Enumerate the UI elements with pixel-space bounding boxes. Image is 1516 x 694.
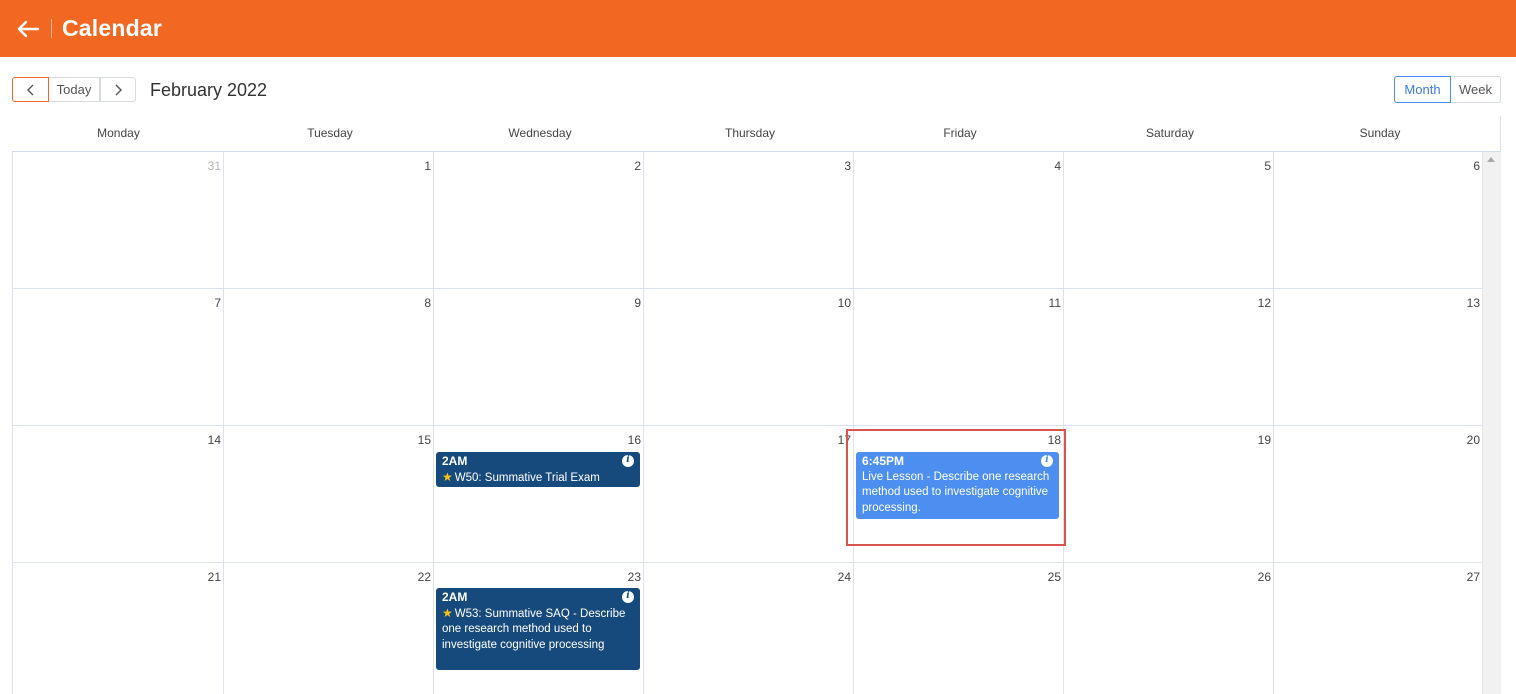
day-cell[interactable]: 13 xyxy=(1274,289,1483,426)
day-number: 8 xyxy=(424,296,431,310)
vertical-scrollbar[interactable] xyxy=(1482,152,1501,694)
previous-month-button[interactable] xyxy=(12,77,49,102)
day-number: 13 xyxy=(1466,296,1480,310)
scroll-up-arrow-icon[interactable] xyxy=(1487,157,1495,162)
day-cell[interactable]: 2 xyxy=(434,152,644,289)
day-number: 27 xyxy=(1466,570,1480,584)
weekday-monday: Monday xyxy=(97,126,140,140)
event-title: W50: Summative Trial Exam xyxy=(454,471,600,484)
day-number: 18 xyxy=(1047,433,1061,447)
day-cell[interactable]: 26 xyxy=(1064,563,1274,694)
day-number: 1 xyxy=(424,159,431,173)
chevron-left-icon xyxy=(26,84,33,95)
calendar-month-view: Monday Tuesday Wednesday Thursday Friday… xyxy=(12,116,1501,694)
day-cell[interactable]: 3 xyxy=(644,152,854,289)
day-cell[interactable]: 12 xyxy=(1064,289,1274,426)
day-cell[interactable]: 4 xyxy=(854,152,1064,289)
event-title: Live Lesson - Describe one research meth… xyxy=(862,470,1050,514)
day-cell[interactable]: 10 xyxy=(644,289,854,426)
day-cell[interactable]: 21 xyxy=(13,563,224,694)
week-view-button[interactable]: Week xyxy=(1451,76,1501,103)
day-cell[interactable]: 7 xyxy=(13,289,224,426)
event-title-row: ★ W53: Summative SAQ - Describe one resea… xyxy=(442,606,634,654)
day-cell[interactable]: 22 xyxy=(224,563,434,694)
next-month-button[interactable] xyxy=(100,77,136,102)
date-navigation: Today xyxy=(12,77,136,102)
day-number: 17 xyxy=(837,433,851,447)
weekday-header: Monday Tuesday Wednesday Thursday Friday… xyxy=(12,116,1501,152)
month-view-button[interactable]: Month xyxy=(1394,76,1451,103)
event-title-row: ★ W50: Summative Trial Exam xyxy=(442,470,634,487)
day-number: 2 xyxy=(634,159,641,173)
weekday-tuesday: Tuesday xyxy=(307,126,353,140)
page-title: Calendar xyxy=(62,15,163,41)
day-cell[interactable]: 31 xyxy=(13,152,224,289)
star-icon: ★ xyxy=(442,605,453,620)
event-time: 2AM xyxy=(442,590,468,604)
star-icon: ★ xyxy=(442,469,453,484)
header-divider xyxy=(51,19,52,38)
weekday-wednesday: Wednesday xyxy=(508,126,572,140)
day-number: 19 xyxy=(1257,433,1271,447)
day-number: 7 xyxy=(214,296,221,310)
day-cell[interactable]: 24 xyxy=(644,563,854,694)
day-cell[interactable]: 15 xyxy=(224,426,434,563)
day-number: 15 xyxy=(417,433,431,447)
calendar-event[interactable]: 6:45PM Live Lesson - Describe one resear… xyxy=(856,452,1059,519)
day-cell[interactable]: 5 xyxy=(1064,152,1274,289)
day-number: 20 xyxy=(1466,433,1480,447)
arrow-left-icon xyxy=(17,20,40,38)
day-cell[interactable]: 14 xyxy=(13,426,224,563)
day-number: 5 xyxy=(1264,159,1271,173)
day-cell[interactable]: 19 xyxy=(1064,426,1274,563)
day-cell[interactable]: 16 xyxy=(434,426,644,563)
day-number: 9 xyxy=(634,296,641,310)
event-time: 2AM xyxy=(442,454,468,468)
weekday-sunday: Sunday xyxy=(1359,126,1401,140)
calendar-event[interactable]: 2AM ★ W53: Summative SAQ - Describe one r… xyxy=(436,588,640,670)
day-cell[interactable]: 20 xyxy=(1274,426,1483,563)
day-cell[interactable]: 27 xyxy=(1274,563,1483,694)
day-number: 16 xyxy=(627,433,641,447)
chevron-right-icon xyxy=(115,84,122,95)
weekday-saturday: Saturday xyxy=(1145,126,1195,140)
day-number: 21 xyxy=(207,570,221,584)
event-title: W53: Summative SAQ - Describe one resear… xyxy=(442,607,626,651)
day-number: 23 xyxy=(627,570,641,584)
day-number: 14 xyxy=(207,433,221,447)
month-title: February 2022 xyxy=(150,80,268,100)
day-number: 24 xyxy=(837,570,851,584)
day-number: 10 xyxy=(837,296,851,310)
event-time: 6:45PM xyxy=(862,454,905,468)
day-number: 6 xyxy=(1473,159,1480,173)
app-header: Calendar xyxy=(0,0,1516,57)
calendar-grid: 31 1 2 3 4 5 6 7 8 9 10 11 12 13 14 15 1… xyxy=(12,152,1483,694)
today-button[interactable]: Today xyxy=(49,77,100,102)
day-cell[interactable]: 1 xyxy=(224,152,434,289)
day-number: 26 xyxy=(1257,570,1271,584)
info-icon[interactable]: i xyxy=(622,591,634,603)
day-cell[interactable]: 11 xyxy=(854,289,1064,426)
day-number: 12 xyxy=(1257,296,1271,310)
calendar-event[interactable]: 2AM ★ W50: Summative Trial Exam i xyxy=(436,452,640,487)
back-button[interactable] xyxy=(14,16,42,42)
day-cell[interactable]: 6 xyxy=(1274,152,1483,289)
day-number: 25 xyxy=(1047,570,1061,584)
day-cell[interactable]: 9 xyxy=(434,289,644,426)
weekday-friday: Friday xyxy=(943,126,977,140)
info-icon[interactable]: i xyxy=(1041,455,1053,467)
day-cell[interactable]: 25 xyxy=(854,563,1064,694)
info-icon[interactable]: i xyxy=(622,455,634,467)
day-number: 11 xyxy=(1048,296,1061,310)
day-cell[interactable]: 17 xyxy=(644,426,854,563)
day-number: 4 xyxy=(1054,159,1061,173)
day-number: 22 xyxy=(417,570,431,584)
day-number: 3 xyxy=(844,159,851,173)
day-cell[interactable]: 8 xyxy=(224,289,434,426)
weekday-thursday: Thursday xyxy=(724,126,776,140)
view-switcher: Month Week xyxy=(1394,76,1501,103)
day-number: 31 xyxy=(207,159,221,173)
